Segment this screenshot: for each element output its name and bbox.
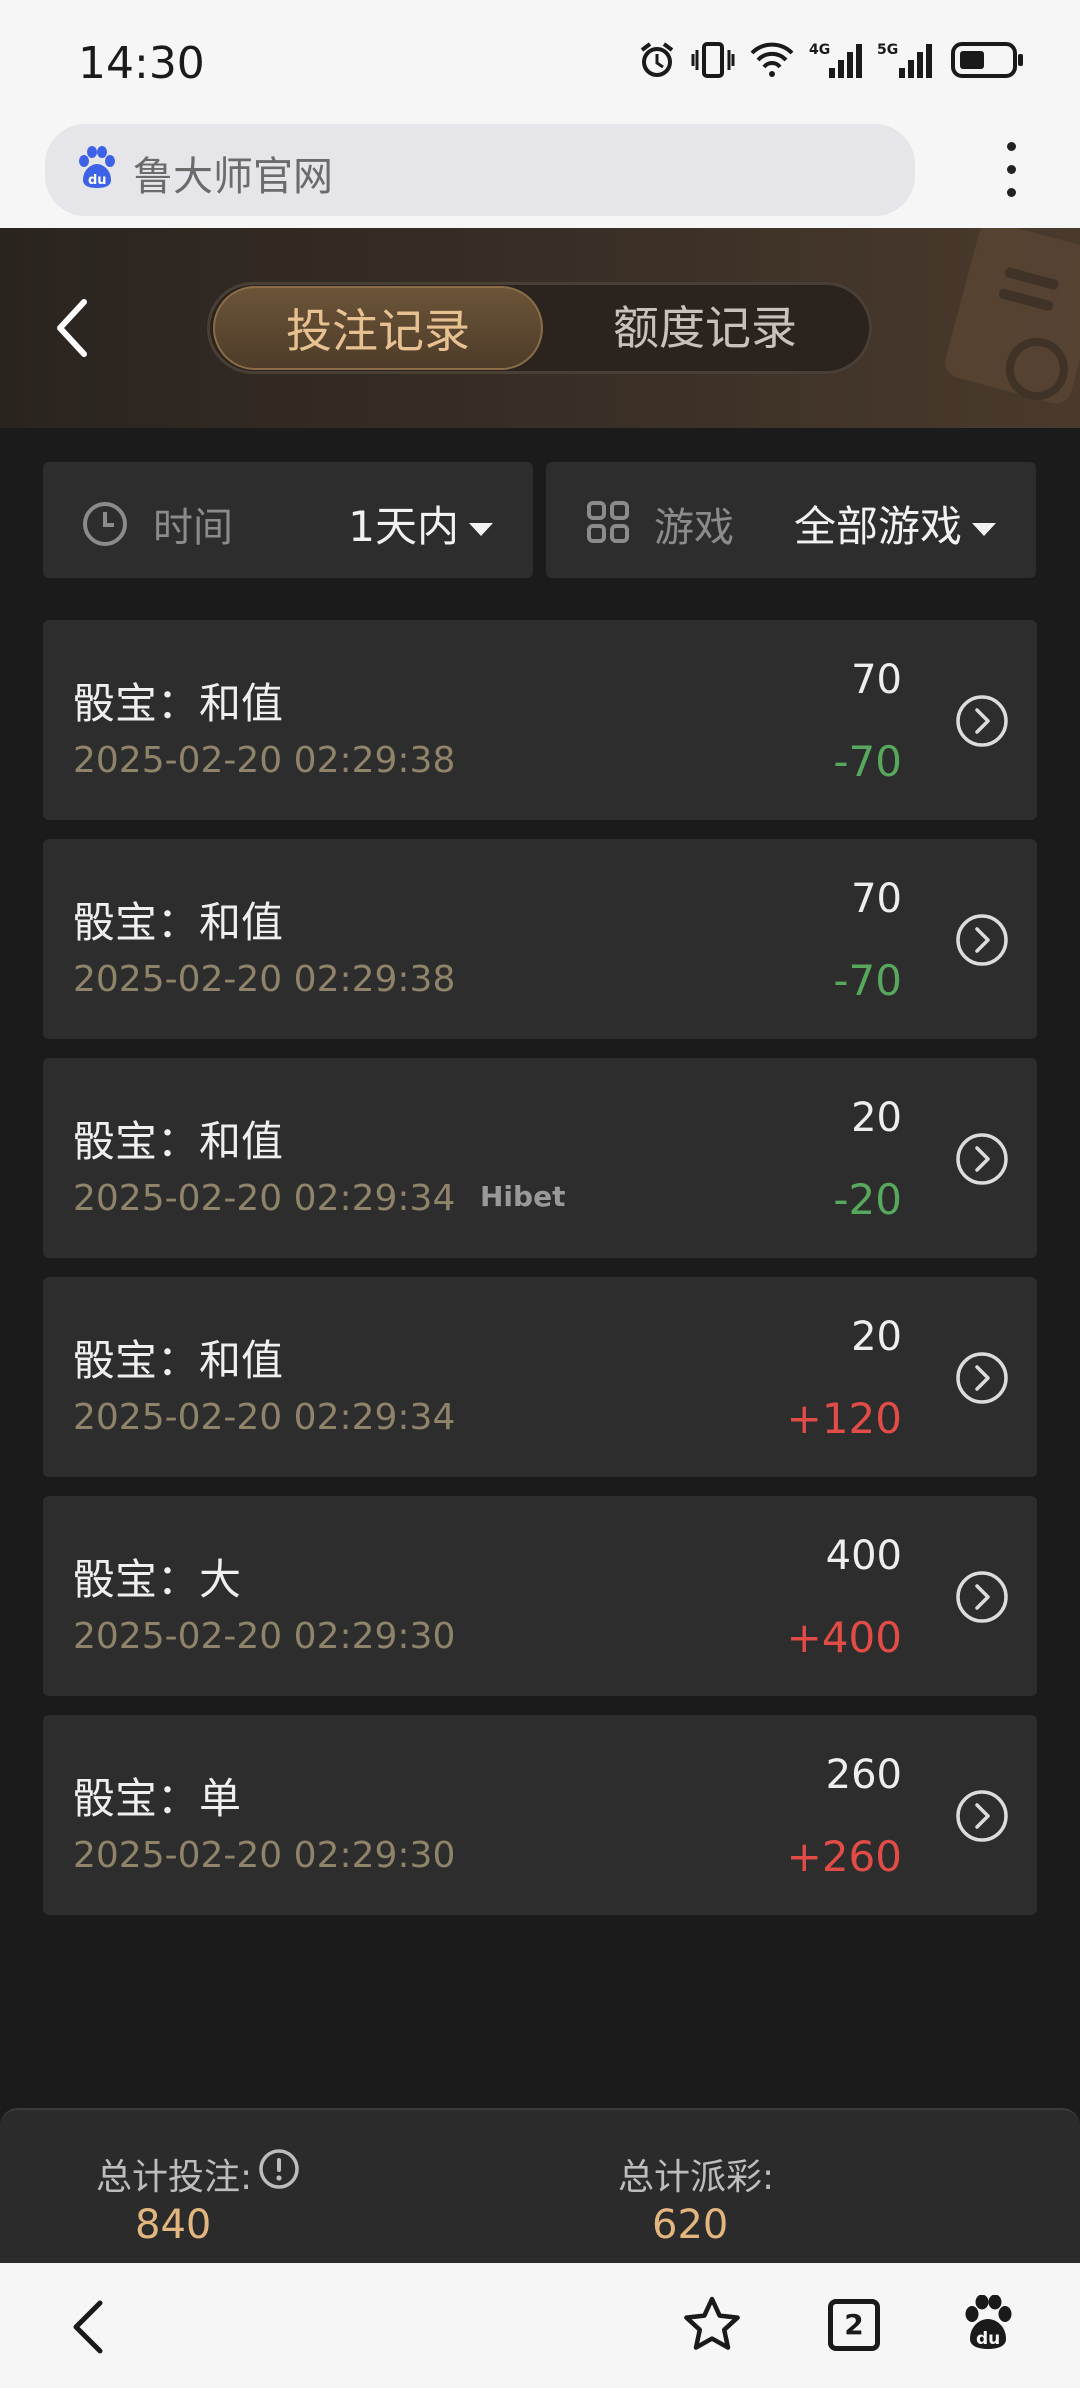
clock-icon xyxy=(83,502,127,546)
record-result: -70 xyxy=(833,956,902,1005)
record-result: +120 xyxy=(786,1394,902,1443)
record-tabs: 投注记录 额度记录 xyxy=(207,282,872,374)
bet-record-list: 骰宝：和值 2025-02-20 02:29:38 70 -70 骰宝：和值 2… xyxy=(43,620,1037,1934)
total-bet-value: 840 xyxy=(135,2202,212,2248)
record-title: 骰宝：和值 xyxy=(73,1336,284,1385)
time-filter[interactable]: 时间 1天内 xyxy=(43,462,533,578)
status-bar: 14:30 4G 5G xyxy=(0,0,1080,125)
page-header: 投注记录 额度记录 xyxy=(0,228,1080,428)
record-title: 骰宝：和值 xyxy=(73,679,284,728)
svg-text:du: du xyxy=(976,2329,1000,2349)
record-amount: 70 xyxy=(851,657,902,703)
record-title: 骰宝：和值 xyxy=(73,898,284,947)
nav-back-icon[interactable] xyxy=(70,2299,106,2355)
record-time: 2025-02-20 02:29:30 xyxy=(73,1616,456,1657)
total-payout-value: 620 xyxy=(652,2202,729,2248)
record-title: 骰宝：和值 xyxy=(73,1117,284,1166)
record-title: 骰宝：大 xyxy=(73,1555,242,1604)
record-amount: 400 xyxy=(825,1533,902,1579)
chevron-right-circle-icon[interactable] xyxy=(955,1570,1009,1624)
tab-credit-records[interactable]: 额度记录 xyxy=(540,285,870,371)
record-time: 2025-02-20 02:29:34 xyxy=(73,1397,456,1438)
svg-text:du: du xyxy=(88,173,107,188)
browser-nav-bar: 2 du xyxy=(0,2263,1080,2388)
game-filter-value[interactable]: 全部游戏 xyxy=(794,493,996,554)
address-bar[interactable]: du 鲁大师官网 xyxy=(45,124,915,216)
summary-footer: 总计投注: 840 总计派彩: 620 xyxy=(0,2108,1080,2263)
signal-4g-label: 4G xyxy=(809,42,830,58)
vibrate-icon xyxy=(691,42,735,78)
bookmark-star-icon[interactable] xyxy=(682,2295,742,2353)
record-time: 2025-02-20 02:29:38 xyxy=(73,959,456,1000)
chevron-right-circle-icon[interactable] xyxy=(955,694,1009,748)
chevron-right-circle-icon[interactable] xyxy=(955,1351,1009,1405)
record-row[interactable]: 骰宝：单 2025-02-20 02:29:30 260 +260 xyxy=(43,1715,1037,1915)
record-time: 2025-02-20 02:29:38 xyxy=(73,740,456,781)
record-result: -20 xyxy=(833,1175,902,1224)
record-title: 骰宝：单 xyxy=(73,1774,242,1823)
total-payout-label: 总计派彩: xyxy=(618,2157,775,2198)
record-amount: 20 xyxy=(851,1314,902,1360)
signal-5g-label: 5G xyxy=(877,42,898,58)
time-filter-value[interactable]: 1天内 xyxy=(348,493,493,554)
tabs-count-button[interactable]: 2 xyxy=(828,2299,880,2351)
record-result: -70 xyxy=(833,737,902,786)
time-filter-label: 时间 xyxy=(153,505,233,551)
status-time: 14:30 xyxy=(78,38,205,89)
record-amount: 70 xyxy=(851,876,902,922)
chevron-right-circle-icon[interactable] xyxy=(955,913,1009,967)
record-result: +260 xyxy=(786,1832,902,1881)
signal-5g-icon: 5G xyxy=(877,42,932,78)
status-icons: 4G 5G xyxy=(637,40,1025,80)
wifi-icon xyxy=(750,42,794,77)
document-decoration-icon xyxy=(941,228,1080,408)
record-time: 2025-02-20 02:29:30 xyxy=(73,1835,456,1876)
record-row[interactable]: 骰宝：和值 2025-02-20 02:29:38 70 -70 xyxy=(43,839,1037,1039)
total-bet-label: 总计投注: xyxy=(96,2157,253,2198)
record-row[interactable]: 骰宝：大 2025-02-20 02:29:30 400 +400 xyxy=(43,1496,1037,1696)
game-filter-label: 游戏 xyxy=(654,505,734,551)
browser-bar: du 鲁大师官网 xyxy=(0,118,1080,228)
battery-icon xyxy=(951,42,1023,78)
chevron-right-circle-icon[interactable] xyxy=(955,1789,1009,1843)
record-amount: 20 xyxy=(851,1095,902,1141)
signal-4g-icon: 4G xyxy=(809,42,862,78)
baidu-home-icon[interactable]: du xyxy=(962,2295,1014,2351)
more-menu-icon[interactable] xyxy=(1000,142,1022,202)
info-warning-icon[interactable] xyxy=(258,2148,300,2190)
record-time: 2025-02-20 02:29:34 xyxy=(73,1178,456,1219)
record-row[interactable]: 骰宝：和值 2025-02-20 02:29:38 70 -70 xyxy=(43,620,1037,820)
record-row[interactable]: 骰宝：和值 2025-02-20 02:29:34 20 -20 xyxy=(43,1058,1037,1258)
record-row[interactable]: 骰宝：和值 2025-02-20 02:29:34 20 +120 xyxy=(43,1277,1037,1477)
alarm-icon xyxy=(640,42,674,77)
grid-icon xyxy=(587,501,629,543)
record-result: +400 xyxy=(786,1613,902,1662)
tab-bet-records[interactable]: 投注记录 xyxy=(213,286,543,370)
watermark: Hibet xyxy=(480,1180,566,1213)
baidu-paw-icon: du xyxy=(79,146,115,188)
record-amount: 260 xyxy=(825,1752,902,1798)
game-filter[interactable]: 游戏 全部游戏 xyxy=(546,462,1036,578)
filter-bar: 时间 1天内 游戏 全部游戏 xyxy=(43,462,1037,578)
url-text: 鲁大师官网 xyxy=(133,154,333,200)
back-arrow-icon[interactable] xyxy=(52,296,92,360)
chevron-right-circle-icon[interactable] xyxy=(955,1132,1009,1186)
